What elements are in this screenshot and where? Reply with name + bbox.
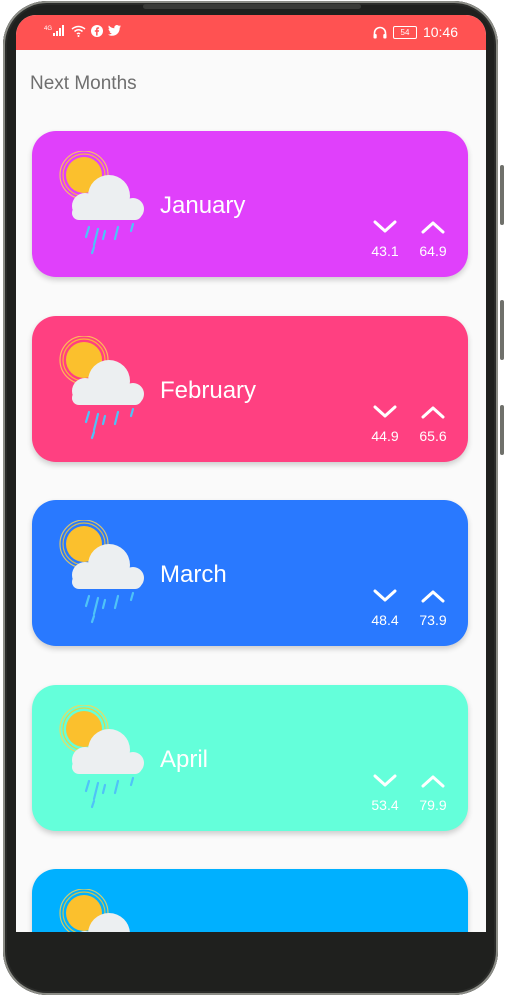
low-temperature-value: 53.4 bbox=[371, 796, 399, 813]
phone-device: 4G 54 10:46 Next Months January 43.1 64.… bbox=[0, 0, 505, 999]
chevron-down-icon bbox=[373, 220, 397, 233]
chevron-up-icon bbox=[421, 406, 445, 418]
wifi-icon bbox=[71, 25, 86, 37]
status-bar-left: 4G bbox=[44, 24, 121, 37]
high-temperature: 79.9 bbox=[416, 773, 450, 813]
network-type-label: 4G bbox=[44, 26, 52, 32]
chevron-down-icon bbox=[373, 589, 397, 602]
high-temperature: 64.9 bbox=[416, 219, 450, 259]
month-card-april[interactable]: April 53.4 79.9 bbox=[32, 684, 468, 831]
chevron-up-icon bbox=[421, 221, 445, 234]
sun-cloud-rain-icon bbox=[58, 519, 154, 626]
high-temperature-value: 79.9 bbox=[419, 796, 447, 813]
month-card-february[interactable]: February 44.9 65.6 bbox=[32, 315, 468, 462]
status-bar-time: 10:46 bbox=[422, 24, 458, 40]
battery-icon: 54 bbox=[392, 25, 417, 39]
sun-cloud-rain-icon bbox=[58, 703, 154, 811]
low-temperature: 43.1 bbox=[368, 219, 402, 259]
chevron-up-icon bbox=[421, 590, 445, 603]
low-temperature-value: 44.9 bbox=[371, 427, 399, 444]
chevron-up-icon bbox=[421, 775, 445, 787]
sun-cloud-rain-icon bbox=[58, 888, 154, 932]
chevron-down-icon bbox=[373, 405, 397, 417]
month-card-5[interactable] bbox=[32, 869, 468, 932]
high-temperature: 73.9 bbox=[416, 588, 450, 628]
low-temperature-value: 43.1 bbox=[371, 243, 399, 259]
month-name: March bbox=[160, 561, 227, 588]
high-temperature-value: 64.9 bbox=[419, 243, 447, 259]
temperature-range: 48.4 73.9 bbox=[368, 588, 450, 628]
screen: 4G 54 10:46 Next Months January 43.1 64.… bbox=[16, 15, 486, 932]
temperature-range: 43.1 64.9 bbox=[368, 219, 450, 259]
navigation-bar bbox=[16, 932, 486, 968]
month-card-march[interactable]: March 48.4 73.9 bbox=[32, 500, 468, 646]
low-temperature-value: 48.4 bbox=[371, 612, 399, 628]
high-temperature-value: 73.9 bbox=[419, 612, 447, 628]
temperature-range: 44.9 65.6 bbox=[368, 404, 450, 444]
volume-down-button bbox=[500, 300, 504, 360]
temperature-range: 53.4 79.9 bbox=[368, 773, 450, 813]
earpiece bbox=[143, 4, 361, 9]
sun-cloud-rain-icon bbox=[58, 150, 154, 257]
month-name: April bbox=[160, 745, 209, 773]
power-button bbox=[500, 405, 504, 455]
low-temperature: 53.4 bbox=[368, 773, 402, 813]
twitter-icon bbox=[108, 25, 121, 36]
chevron-down-icon bbox=[373, 774, 397, 786]
month-card-january[interactable]: January 43.1 64.9 bbox=[32, 131, 468, 277]
status-bar-right: 54 10:46 bbox=[373, 24, 458, 40]
high-temperature-value: 65.6 bbox=[419, 427, 447, 444]
status-bar: 4G 54 10:46 bbox=[16, 15, 486, 50]
page-title: Next Months bbox=[30, 73, 137, 94]
month-name: January bbox=[160, 192, 246, 219]
high-temperature: 65.6 bbox=[416, 404, 450, 444]
low-temperature: 48.4 bbox=[368, 588, 402, 628]
headphones-icon bbox=[373, 26, 387, 39]
signal-icon: 4G bbox=[44, 24, 66, 37]
volume-up-button bbox=[500, 165, 504, 225]
facebook-icon bbox=[91, 24, 103, 37]
month-name: February bbox=[160, 376, 257, 404]
sun-cloud-rain-icon bbox=[58, 334, 154, 442]
low-temperature: 44.9 bbox=[368, 404, 402, 444]
